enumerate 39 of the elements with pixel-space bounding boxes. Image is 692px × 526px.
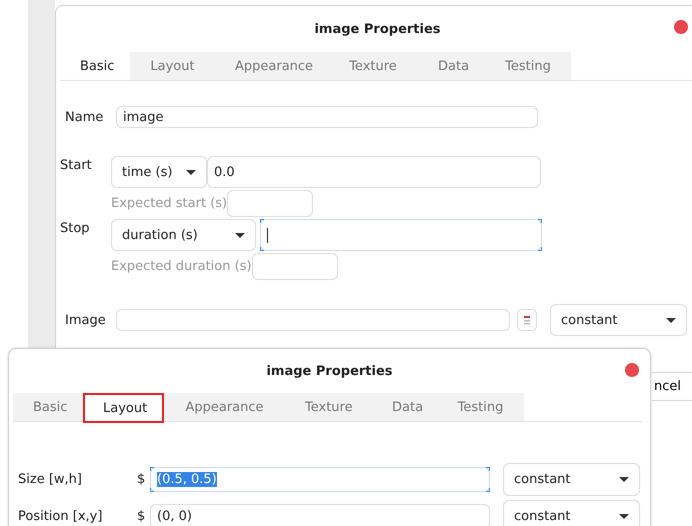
field-label: Position [x,y]: [18, 509, 104, 524]
image-field[interactable]: [116, 309, 510, 331]
mode-dropdown[interactable]: constant: [503, 463, 640, 496]
close-button[interactable]: [625, 363, 639, 377]
hint-label: Expected start (s): [111, 196, 228, 211]
dollar-sign: $: [137, 509, 146, 524]
window-title: image Properties: [314, 22, 441, 36]
tab[interactable]: Layout: [83, 393, 164, 423]
image-mode-dropdown[interactable]: constant: [550, 304, 687, 336]
tab[interactable]: Basic: [60, 52, 130, 80]
mode-dropdown[interactable]: constant: [503, 500, 640, 526]
field-value: (0, 0): [157, 509, 192, 524]
bars-icon: [524, 316, 530, 324]
field-label: Stop: [60, 220, 91, 236]
start-dropdown[interactable]: time (s): [111, 156, 207, 188]
browse-button[interactable]: [517, 309, 537, 331]
dollar-sign: $: [137, 472, 146, 487]
caret-icon: [186, 170, 196, 174]
field-label: Start: [60, 157, 93, 173]
caret-icon: [235, 232, 245, 238]
window-title: image Properties: [266, 364, 393, 378]
stop-dropdown[interactable]: duration (s): [111, 219, 256, 251]
field-label: Size [w,h]: [18, 472, 83, 487]
value-field[interactable]: (0, 0): [150, 504, 490, 526]
field-label: Image: [65, 312, 107, 328]
caret-icon: [666, 318, 676, 322]
caret-icon: [619, 477, 629, 482]
expected-start-field[interactable]: [227, 190, 314, 217]
field-value: (0.5, 0.5): [157, 472, 217, 487]
close-button[interactable]: [674, 20, 688, 34]
stop-field[interactable]: [260, 219, 542, 251]
value-field[interactable]: (0.5, 0.5): [150, 467, 490, 492]
name-field[interactable]: image: [116, 106, 538, 128]
caret-icon: [619, 514, 629, 519]
field-label: Name: [65, 110, 104, 124]
start-field[interactable]: 0.0: [207, 156, 541, 188]
cancel-button[interactable]: ncel: [652, 372, 692, 401]
expected-duration-field[interactable]: [252, 253, 338, 280]
hint-label: Expected duration (s): [111, 259, 252, 274]
